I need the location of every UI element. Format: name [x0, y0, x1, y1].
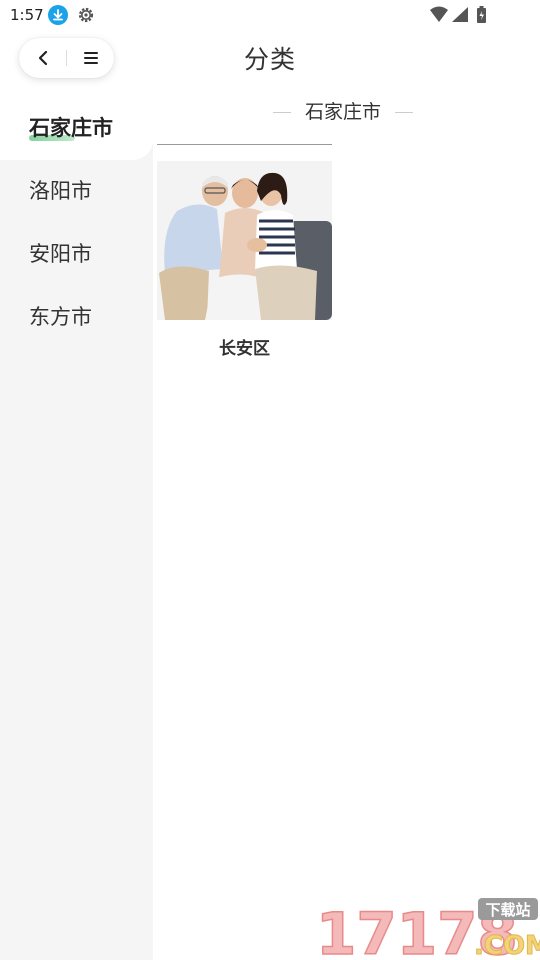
- status-bar: 1:57: [0, 0, 540, 32]
- signal-icon: [452, 7, 468, 22]
- gear-icon: [76, 5, 96, 25]
- card-title: 长安区: [219, 339, 270, 359]
- section-divider: [157, 144, 332, 145]
- screen: 1:57 分类 石家庄市 洛阳市 安阳市 东方市 石家庄市 长安区 17178 …: [0, 0, 540, 960]
- section-header: 石家庄市: [269, 97, 417, 127]
- sidebar-item-label: 安阳市: [29, 242, 92, 266]
- wifi-icon: [430, 6, 448, 22]
- sidebar-item-anyang[interactable]: 安阳市: [0, 223, 153, 286]
- sidebar-item-label: 洛阳市: [29, 179, 92, 203]
- category-sidebar: 石家庄市 洛阳市 安阳市 东方市: [0, 97, 153, 960]
- battery-icon: [477, 6, 486, 23]
- status-icons: [426, 5, 506, 25]
- family-photo-image: [157, 161, 332, 320]
- section-title: 石家庄市: [304, 101, 381, 123]
- sidebar-item-label: 石家庄市: [29, 116, 113, 140]
- sidebar-item-shijiazhuang[interactable]: 石家庄市: [0, 97, 153, 160]
- watermark-tag: 下载站: [485, 901, 530, 919]
- sidebar-item-label-wrap: 石家庄市: [29, 97, 113, 160]
- download-icon: [48, 5, 68, 25]
- watermark-logo: 17178 下载站 .COM: [314, 894, 540, 960]
- sidebar-item-label: 东方市: [29, 305, 92, 329]
- section-line-left: [272, 111, 291, 113]
- page-title: 分类: [243, 45, 296, 74]
- category-card[interactable]: 长安区: [157, 161, 332, 359]
- sidebar-item-luoyang[interactable]: 洛阳市: [0, 160, 153, 223]
- sidebar-item-dongfang[interactable]: 东方市: [0, 286, 153, 349]
- watermark-suffix: .COM: [474, 931, 540, 960]
- status-time: 1:57: [10, 6, 44, 24]
- section-line-right: [395, 111, 413, 113]
